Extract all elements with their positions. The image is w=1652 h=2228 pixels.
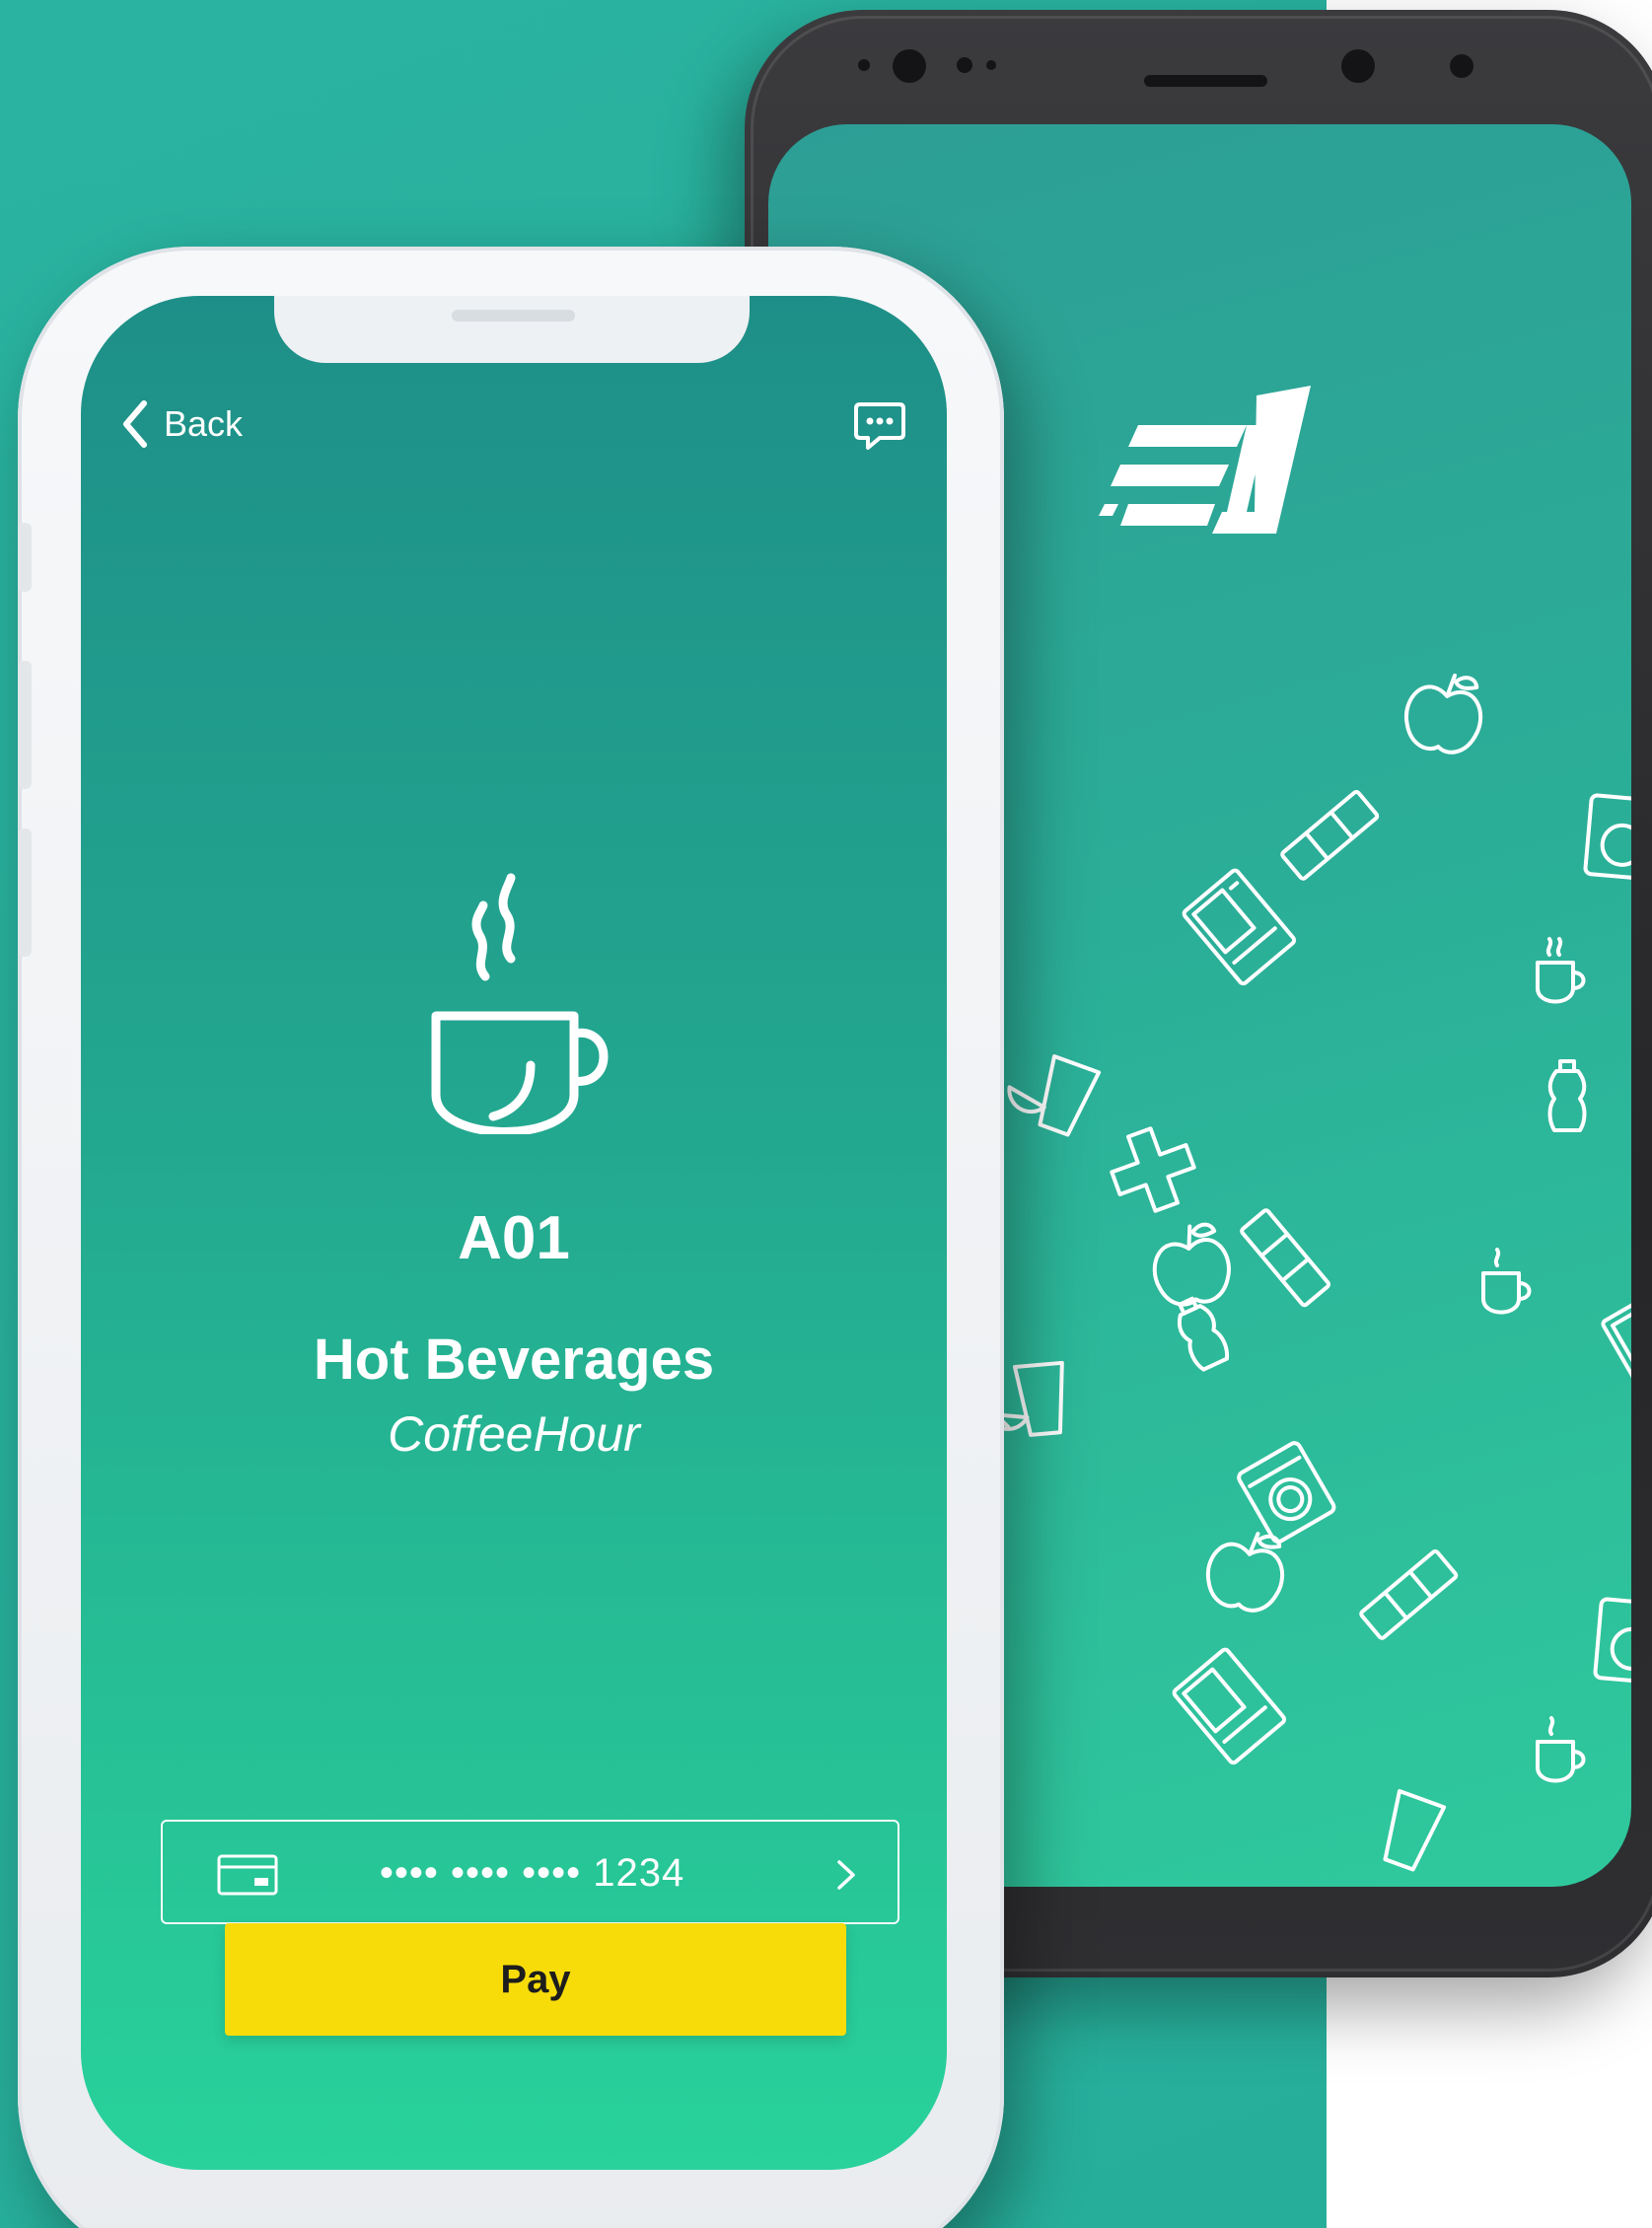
masked-card-number: •••• •••• •••• 1234 <box>379 1851 685 1895</box>
sensor-icon <box>858 59 870 71</box>
juice-glass-icon <box>1007 1054 1102 1137</box>
water-bottle-icon <box>1547 1059 1587 1132</box>
phone-notch <box>274 296 750 363</box>
iphone: Back A01 Hot Beverages CoffeeHour •••• •… <box>18 247 1004 2228</box>
sensor-icon <box>986 60 996 70</box>
iris-scanner-icon <box>1341 49 1375 83</box>
sensor-icon <box>957 57 972 73</box>
coffee-cup-icon <box>1481 1248 1532 1315</box>
pay-button[interactable]: Pay <box>225 1923 846 2036</box>
support-chat-button[interactable] <box>852 398 907 454</box>
chevron-right-icon <box>837 1860 855 1890</box>
back-button[interactable]: Back <box>120 395 243 454</box>
apple-icon <box>1403 673 1483 755</box>
product-category: Hot Beverages <box>313 1328 715 1392</box>
brand-name: CoffeeHour <box>388 1406 640 1462</box>
washing-machine-icon <box>1593 1597 1631 1686</box>
apple-icon <box>1152 1222 1231 1307</box>
machine-code: A01 <box>458 1204 570 1272</box>
volume-down-button <box>18 828 32 957</box>
mute-switch <box>18 523 32 592</box>
coffee-cup-icon <box>1536 1716 1586 1783</box>
vending-machine-icon <box>1601 1287 1631 1404</box>
juice-glass-icon <box>1383 1789 1447 1872</box>
earpiece-speaker <box>1144 75 1267 87</box>
front-camera-icon <box>893 49 926 83</box>
apple-icon <box>1205 1532 1285 1613</box>
sensor-icon <box>1450 54 1473 78</box>
vending-machine-icon <box>1182 868 1297 986</box>
candy-bar-icon <box>1240 1208 1331 1308</box>
volume-up-button <box>18 661 32 789</box>
chevron-left-icon <box>123 400 147 448</box>
back-label: Back <box>164 403 244 444</box>
plus-icon <box>1110 1126 1196 1213</box>
vending-machine-icon <box>1172 1647 1287 1765</box>
washing-machine-icon <box>1237 1441 1336 1545</box>
coffee-cup-icon <box>431 873 609 1134</box>
candy-bar-icon <box>1280 789 1380 881</box>
payment-screen: Back A01 Hot Beverages CoffeeHour •••• •… <box>81 296 947 2170</box>
candy-bar-icon <box>1359 1548 1459 1640</box>
coffee-cup-icon <box>1536 937 1586 1004</box>
washing-machine-icon <box>1583 793 1631 882</box>
chat-bubble-icon <box>854 402 905 450</box>
water-bottle-icon <box>1177 1296 1230 1372</box>
earpiece-speaker <box>452 310 575 322</box>
payment-card-selector[interactable]: •••• •••• •••• 1234 <box>161 1820 899 1924</box>
